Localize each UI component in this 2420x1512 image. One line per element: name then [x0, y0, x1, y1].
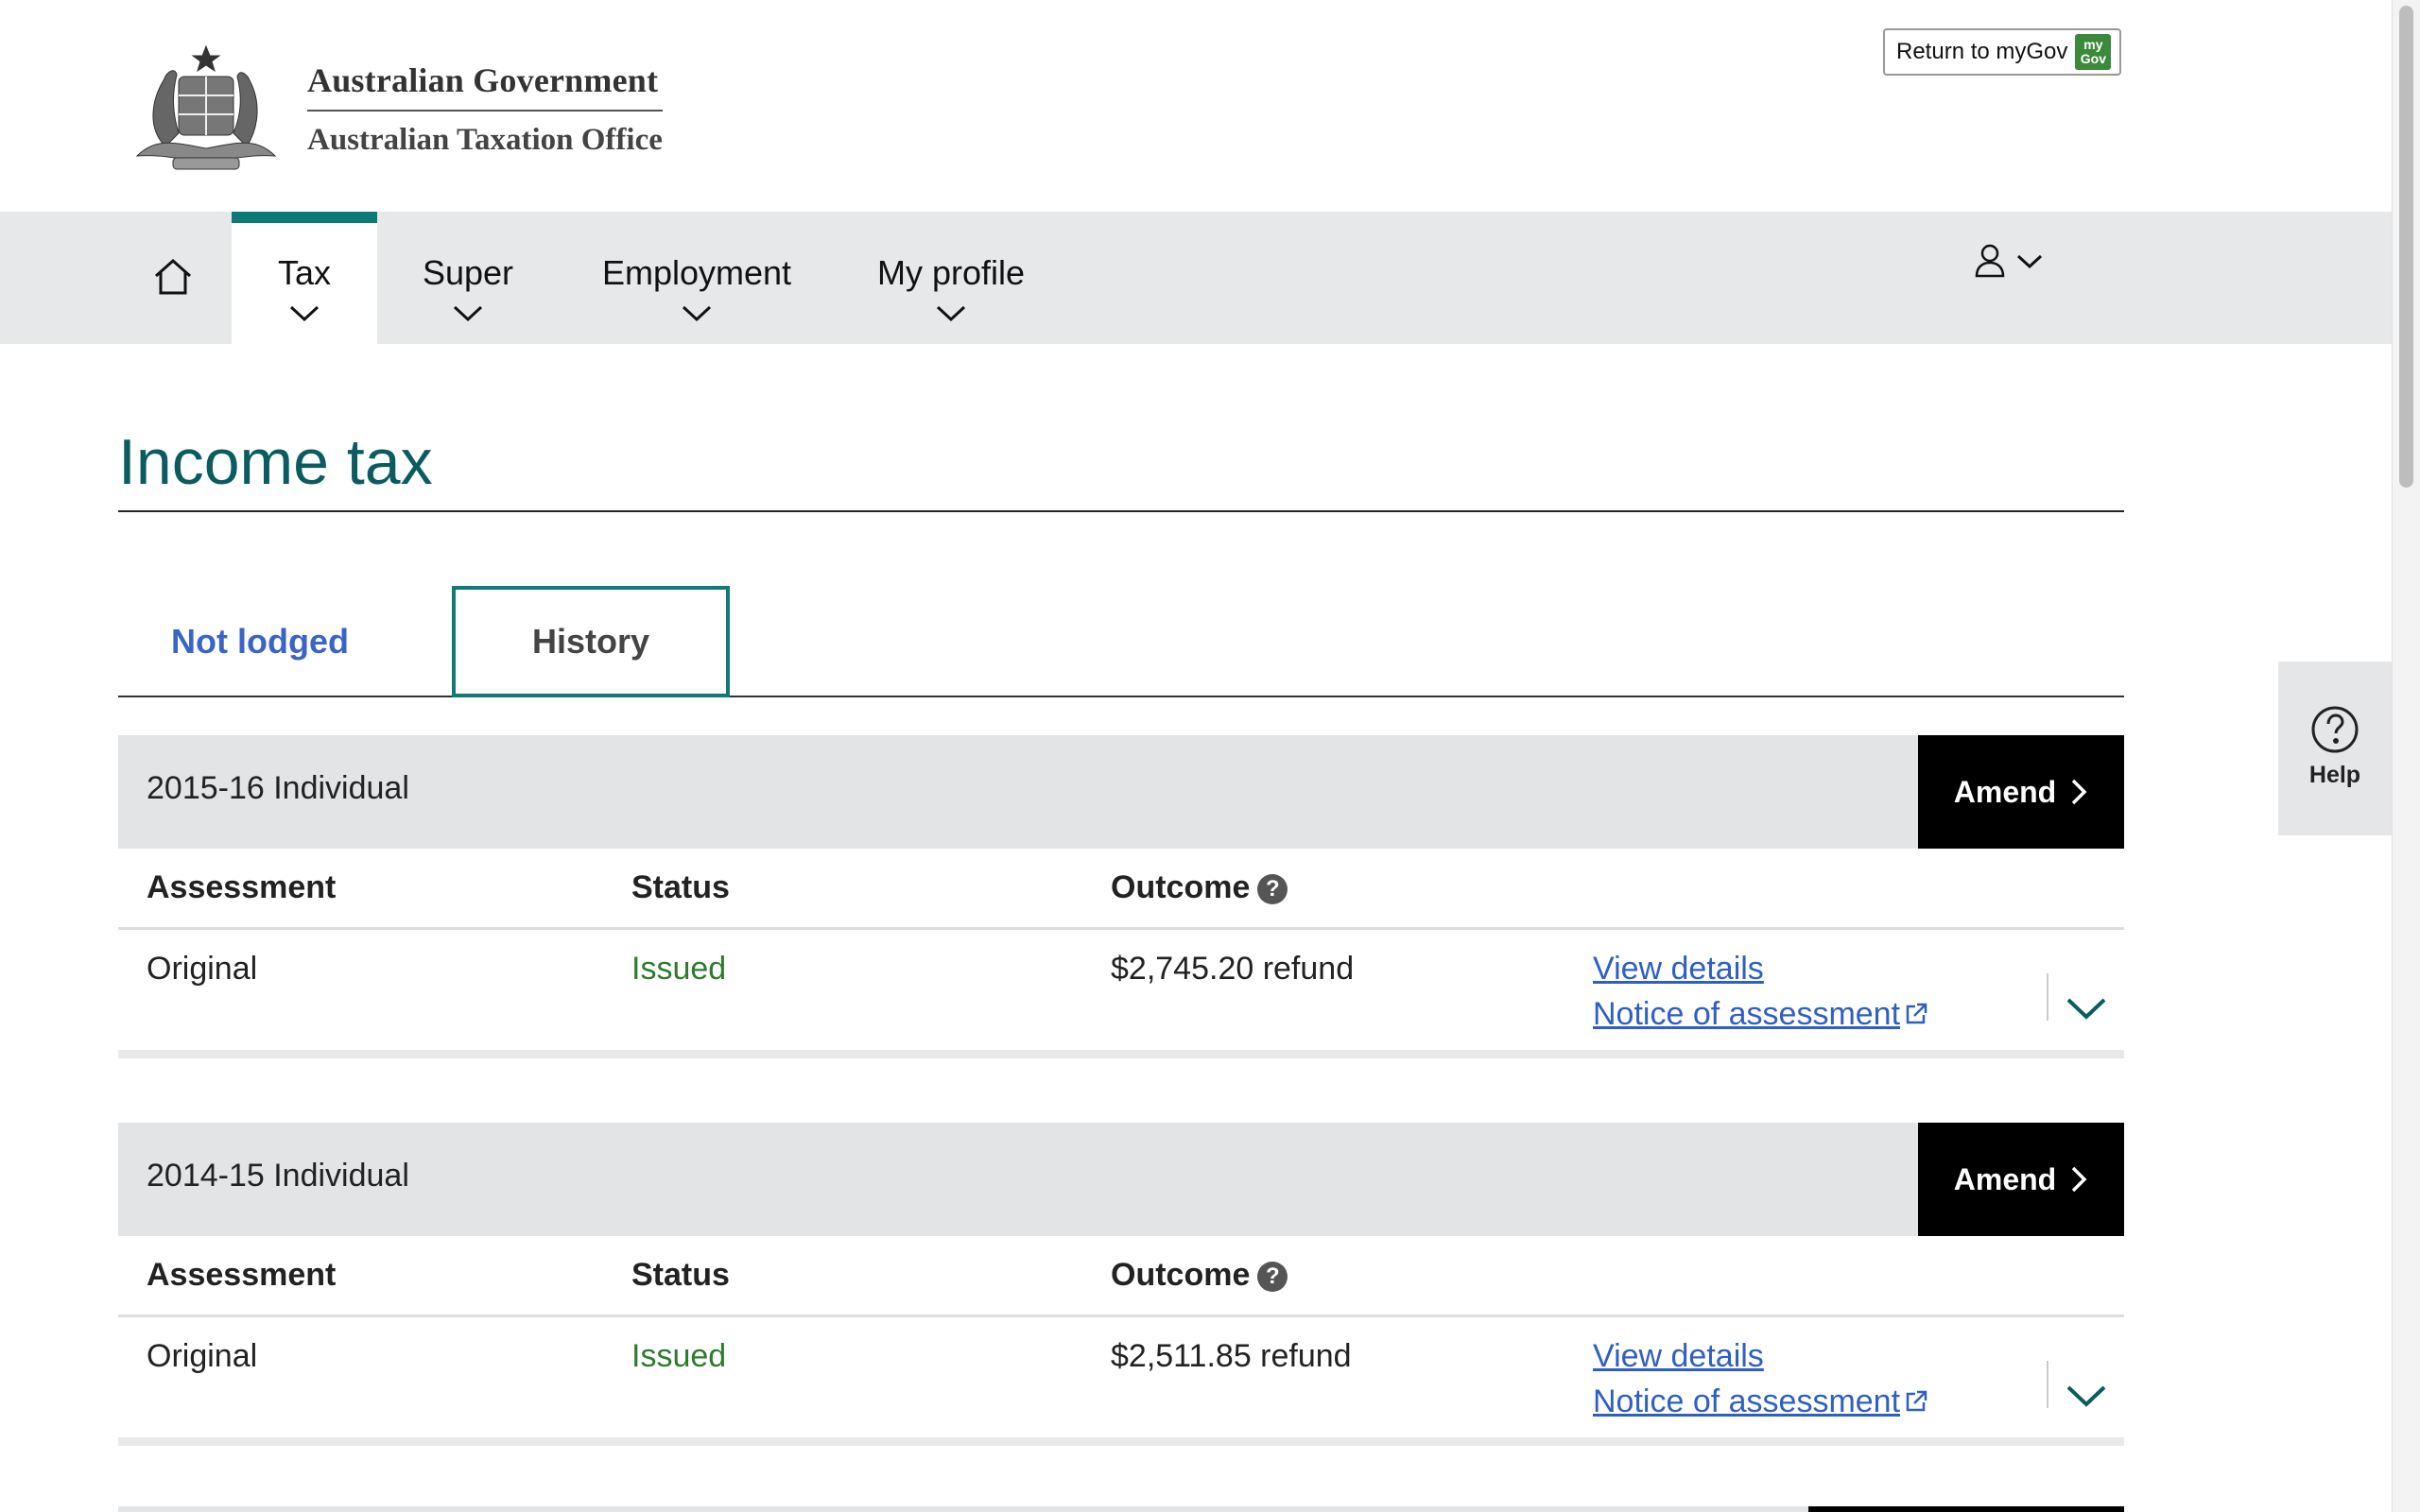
amend-button[interactable]: Amend [1918, 735, 2124, 849]
chevron-down-icon [682, 305, 712, 322]
table-row: Original Issued $2,745.20 refund View de… [118, 930, 2124, 1058]
chevron-right-icon [2071, 1166, 2087, 1193]
chevron-down-icon[interactable] [2066, 996, 2107, 1021]
notice-of-assessment-link[interactable]: Notice of assessment [1593, 1383, 1928, 1420]
nav-tab-employment[interactable]: Employment [586, 212, 807, 344]
main-nav: Tax Super Employment My profile [0, 212, 2392, 344]
column-outcome: Outcome? [1111, 869, 1288, 906]
amend-button[interactable]: Amend [1918, 1123, 2124, 1236]
table-row: Original Issued $2,511.85 refund View de… [118, 1317, 2124, 1446]
help-button[interactable]: Help [2278, 662, 2392, 835]
nav-tab-my-profile[interactable]: My profile [856, 212, 1046, 344]
outcome-value: $2,511.85 refund [1111, 1338, 1352, 1374]
question-help-icon[interactable]: ? [1257, 1262, 1288, 1292]
tab-not-lodged[interactable]: Not lodged [165, 586, 354, 697]
status-value: Issued [631, 1338, 727, 1374]
title-divider [118, 510, 2124, 512]
nav-tab-my-profile-label: My profile [876, 253, 1026, 292]
nav-tab-super-label: Super [422, 253, 514, 292]
column-assessment: Assessment [147, 1257, 337, 1293]
question-help-icon[interactable]: ? [1257, 874, 1288, 904]
agency-name: Australian Government [307, 60, 663, 112]
external-link-icon [1906, 1003, 1927, 1024]
column-status: Status [631, 1257, 730, 1293]
home-icon[interactable] [151, 255, 195, 299]
return-to-mygov-button[interactable]: Return to myGov my Gov [1883, 28, 2121, 76]
column-outcome-label: Outcome [1111, 1257, 1251, 1293]
year-block-2014-15: 2014-15 Individual Amend Assessment Stat… [118, 1123, 2124, 1446]
column-outcome: Outcome? [1111, 1257, 1288, 1294]
nav-tab-employment-label: Employment [601, 253, 792, 292]
year-header: 2014-15 Individual Amend [118, 1123, 2124, 1236]
chevron-down-icon [453, 305, 483, 322]
nav-tab-super[interactable]: Super [397, 212, 539, 344]
site-header: Australian Government Australian Taxatio… [0, 0, 2392, 212]
status-value: Issued [631, 951, 727, 987]
chevron-down-icon [289, 305, 320, 322]
page-title: Income tax [118, 426, 433, 498]
chevron-down-icon [2016, 254, 2043, 269]
scrollbar-thumb[interactable] [2399, 6, 2413, 488]
next-amend-button-partial[interactable] [1808, 1506, 2124, 1512]
assessment-value: Original [147, 951, 258, 987]
chevron-down-icon[interactable] [2066, 1383, 2107, 1408]
nav-tab-tax[interactable]: Tax [232, 212, 377, 344]
amend-label: Amend [1953, 1161, 2057, 1196]
notice-of-assessment-label: Notice of assessment [1593, 996, 1901, 1032]
income-tax-tabs: Not lodged History [118, 586, 2124, 697]
external-link-icon [1906, 1390, 1927, 1412]
view-details-link[interactable]: View details [1593, 951, 1764, 988]
view-details-link[interactable]: View details [1593, 1338, 1764, 1375]
tab-history[interactable]: History [452, 586, 730, 697]
return-to-mygov-label: Return to myGov [1896, 39, 2068, 64]
year-label: 2014-15 Individual [147, 1158, 409, 1194]
notice-of-assessment-link[interactable]: Notice of assessment [1593, 996, 1928, 1033]
mygov-logo-icon: my Gov [2075, 34, 2112, 70]
row-divider [2047, 973, 2048, 1021]
user-icon [1975, 244, 2005, 278]
column-assessment: Assessment [147, 869, 337, 905]
question-circle-icon [2311, 706, 2359, 753]
nav-tab-tax-label: Tax [277, 253, 332, 292]
outcome-value: $2,745.20 refund [1111, 951, 1355, 987]
year-label: 2015-16 Individual [147, 770, 409, 806]
column-outcome-label: Outcome [1111, 869, 1251, 905]
column-headers: Assessment Status Outcome? [118, 1236, 2124, 1317]
notice-of-assessment-label: Notice of assessment [1593, 1383, 1901, 1419]
chevron-down-icon [936, 305, 966, 322]
help-label: Help [2308, 762, 2361, 788]
office-name: Australian Taxation Office [307, 122, 663, 157]
year-header: 2015-16 Individual Amend [118, 735, 2124, 849]
amend-label: Amend [1953, 774, 2057, 809]
row-divider [2047, 1361, 2048, 1408]
year-block-2015-16: 2015-16 Individual Amend Assessment Stat… [118, 735, 2124, 1058]
page-scrollbar[interactable] [2392, 0, 2420, 1512]
column-headers: Assessment Status Outcome? [118, 849, 2124, 930]
assessment-value: Original [147, 1338, 258, 1374]
chevron-right-icon [2071, 779, 2087, 805]
ato-logo[interactable]: Australian Government Australian Taxatio… [118, 43, 663, 175]
column-status: Status [631, 869, 730, 905]
user-menu-button[interactable] [1974, 242, 2049, 289]
coat-of-arms-icon [135, 44, 277, 170]
